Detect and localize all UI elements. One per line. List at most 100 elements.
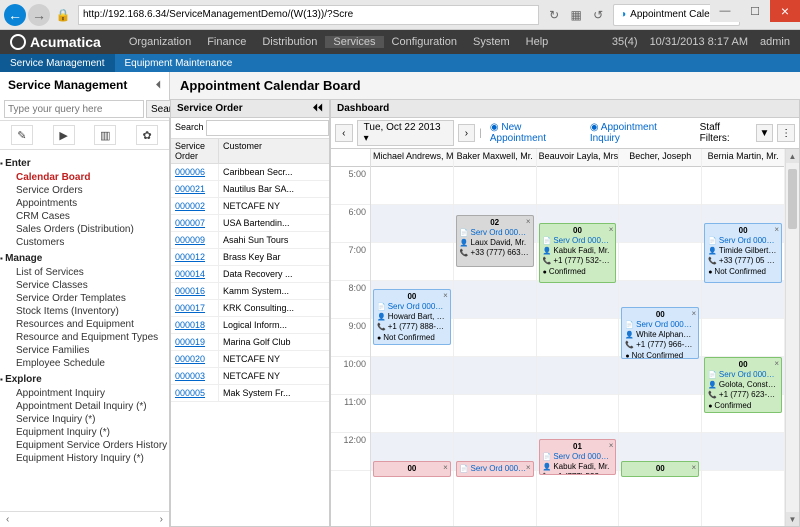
new-appointment-link[interactable]: ◉ New Appointment xyxy=(486,122,582,144)
service-order-link[interactable]: 000009 xyxy=(171,232,219,248)
col-service-order[interactable]: Service Order xyxy=(171,139,219,163)
service-order-link[interactable]: 000007 xyxy=(171,215,219,231)
tree-item[interactable]: Sales Orders (Distribution) xyxy=(6,223,163,236)
service-row[interactable]: 000009Asahi Sun Tours xyxy=(171,232,329,249)
staff-header[interactable]: Becher, Joseph xyxy=(619,149,701,167)
menu-system[interactable]: System xyxy=(465,36,518,48)
collapse-icon[interactable]: ⏴ xyxy=(156,80,161,91)
tree-item[interactable]: Calendar Board xyxy=(6,171,163,184)
appointment-card[interactable]: ×00Serv Ord 000010Howard Bart, Mr.+1 (77… xyxy=(373,289,451,345)
scroll-down-icon[interactable]: ▼ xyxy=(786,512,799,526)
menu-help[interactable]: Help xyxy=(518,36,557,48)
service-order-link[interactable]: 000003 xyxy=(171,368,219,384)
appointment-card[interactable]: ×00 xyxy=(621,461,699,477)
close-icon[interactable]: × xyxy=(609,441,614,451)
service-order-link[interactable]: 000020 xyxy=(171,351,219,367)
minimize-button[interactable]: — xyxy=(710,0,740,22)
appointment-card[interactable]: ×00Serv Ord 000001Kabuk Fadi, Mr.+1 (777… xyxy=(539,223,617,283)
staff-header[interactable]: Baker Maxwell, Mr. xyxy=(454,149,536,167)
collapse-icon[interactable]: ⏴⏴ xyxy=(313,103,323,114)
appointment-card[interactable]: ×01Serv Ord 000004Kabuk Fadi, Mr.+1 (777… xyxy=(539,439,617,475)
scroll-thumb[interactable] xyxy=(788,169,797,229)
appointment-card[interactable]: ×Serv Ord 000018 xyxy=(456,461,534,477)
settings-icon[interactable]: ✿ xyxy=(136,125,158,145)
chart-icon[interactable]: ▥ xyxy=(94,125,116,145)
forward-button[interactable]: → xyxy=(28,4,50,26)
appointment-card[interactable]: ×00Serv Ord 000002Timide Gilbert, Mr.+33… xyxy=(704,223,782,283)
appointment-card[interactable]: ×00Serv Ord 000011White Alphanso, Mr.+1 … xyxy=(621,307,699,359)
close-icon[interactable]: × xyxy=(526,463,531,473)
col-customer[interactable]: Customer xyxy=(219,139,329,163)
menu-distribution[interactable]: Distribution xyxy=(254,36,325,48)
menu-configuration[interactable]: Configuration xyxy=(384,36,465,48)
sidebar-search-input[interactable] xyxy=(4,100,144,118)
close-icon[interactable]: × xyxy=(609,225,614,235)
service-order-link[interactable]: 000005 xyxy=(171,385,219,401)
tree-item[interactable]: CRM Cases xyxy=(6,210,163,223)
tree-item[interactable]: Equipment Service Orders History xyxy=(6,439,163,452)
tree-group[interactable]: Manage xyxy=(0,253,163,264)
close-icon[interactable]: × xyxy=(692,309,697,319)
staff-header[interactable]: Beauvoir Layla, Mrs. xyxy=(537,149,619,167)
close-icon[interactable]: × xyxy=(443,291,448,301)
play-icon[interactable]: ▶ xyxy=(53,125,75,145)
staff-header[interactable]: Michael Andrews, Mr. xyxy=(371,149,453,167)
close-icon[interactable]: × xyxy=(692,463,697,473)
service-order-link[interactable]: 000014 xyxy=(171,266,219,282)
service-search-input[interactable] xyxy=(206,120,329,136)
prev-page-icon[interactable]: ‹ xyxy=(6,514,9,525)
address-bar[interactable] xyxy=(78,5,539,25)
user-label[interactable]: admin xyxy=(760,36,790,48)
refresh-icon[interactable]: ↻ xyxy=(545,6,563,24)
tree-item[interactable]: Service Inquiry (*) xyxy=(6,413,163,426)
appointment-card[interactable]: ×00 xyxy=(373,461,451,477)
tree-group[interactable]: Explore xyxy=(0,374,163,385)
staff-header[interactable]: Bernia Martin, Mr. xyxy=(702,149,784,167)
tree-item[interactable]: Customers xyxy=(6,236,163,249)
edit-icon[interactable]: ✎ xyxy=(11,125,33,145)
tree-item[interactable]: Appointments xyxy=(6,197,163,210)
appointment-card[interactable]: ×00Serv Ord 000008Golota, Constantine+1 … xyxy=(704,357,782,413)
tree-item[interactable]: Stock Items (Inventory) xyxy=(6,305,163,318)
service-order-link[interactable]: 000018 xyxy=(171,317,219,333)
tree-item[interactable]: Appointment Inquiry xyxy=(6,387,163,400)
service-order-link[interactable]: 000006 xyxy=(171,164,219,180)
close-window-button[interactable]: × xyxy=(770,0,800,22)
next-day-button[interactable]: › xyxy=(458,124,476,142)
vertical-scrollbar[interactable]: ▲ ▼ xyxy=(785,149,799,526)
staff-settings-button[interactable]: ⋮ xyxy=(777,124,795,142)
close-icon[interactable]: × xyxy=(774,225,779,235)
service-order-link[interactable]: 000021 xyxy=(171,181,219,197)
service-order-link[interactable]: 000016 xyxy=(171,283,219,299)
close-icon[interactable]: × xyxy=(526,217,531,227)
tree-item[interactable]: Resource and Equipment Types xyxy=(6,331,163,344)
service-row[interactable]: 000012Brass Key Bar xyxy=(171,249,329,266)
tree-item[interactable]: Equipment Inquiry (*) xyxy=(6,426,163,439)
service-row[interactable]: 000014Data Recovery ... xyxy=(171,266,329,283)
appointment-inquiry-link[interactable]: ◉ Appointment Inquiry xyxy=(586,122,692,144)
tree-item[interactable]: Service Families xyxy=(6,344,163,357)
appointment-card[interactable]: ×02Serv Ord 000004Laux David, Mr.+33 (77… xyxy=(456,215,534,267)
service-row[interactable]: 000005Mak System Fr... xyxy=(171,385,329,402)
service-order-link[interactable]: 000002 xyxy=(171,198,219,214)
staff-filter-button[interactable]: ▼ xyxy=(756,124,774,142)
service-order-link[interactable]: 000012 xyxy=(171,249,219,265)
next-page-icon[interactable]: › xyxy=(160,514,163,525)
tree-item[interactable]: Equipment History Inquiry (*) xyxy=(6,452,163,465)
prev-day-button[interactable]: ‹ xyxy=(335,124,353,142)
service-row[interactable]: 000002NETCAFE NY xyxy=(171,198,329,215)
menu-organization[interactable]: Organization xyxy=(121,36,199,48)
tree-item[interactable]: List of Services xyxy=(6,266,163,279)
tree-item[interactable]: Service Classes xyxy=(6,279,163,292)
service-row[interactable]: 000018Logical Inform... xyxy=(171,317,329,334)
menu-finance[interactable]: Finance xyxy=(199,36,254,48)
tree-item[interactable]: Resources and Equipment xyxy=(6,318,163,331)
tree-item[interactable]: Employee Schedule xyxy=(6,357,163,370)
close-icon[interactable]: × xyxy=(443,463,448,473)
menu-services[interactable]: Services xyxy=(325,36,383,48)
service-row[interactable]: 000021Nautilus Bar SA... xyxy=(171,181,329,198)
subtab-1[interactable]: Equipment Maintenance xyxy=(115,54,243,72)
tree-item[interactable]: Service Orders xyxy=(6,184,163,197)
service-order-link[interactable]: 000019 xyxy=(171,334,219,350)
service-row[interactable]: 000007USA Bartendin... xyxy=(171,215,329,232)
